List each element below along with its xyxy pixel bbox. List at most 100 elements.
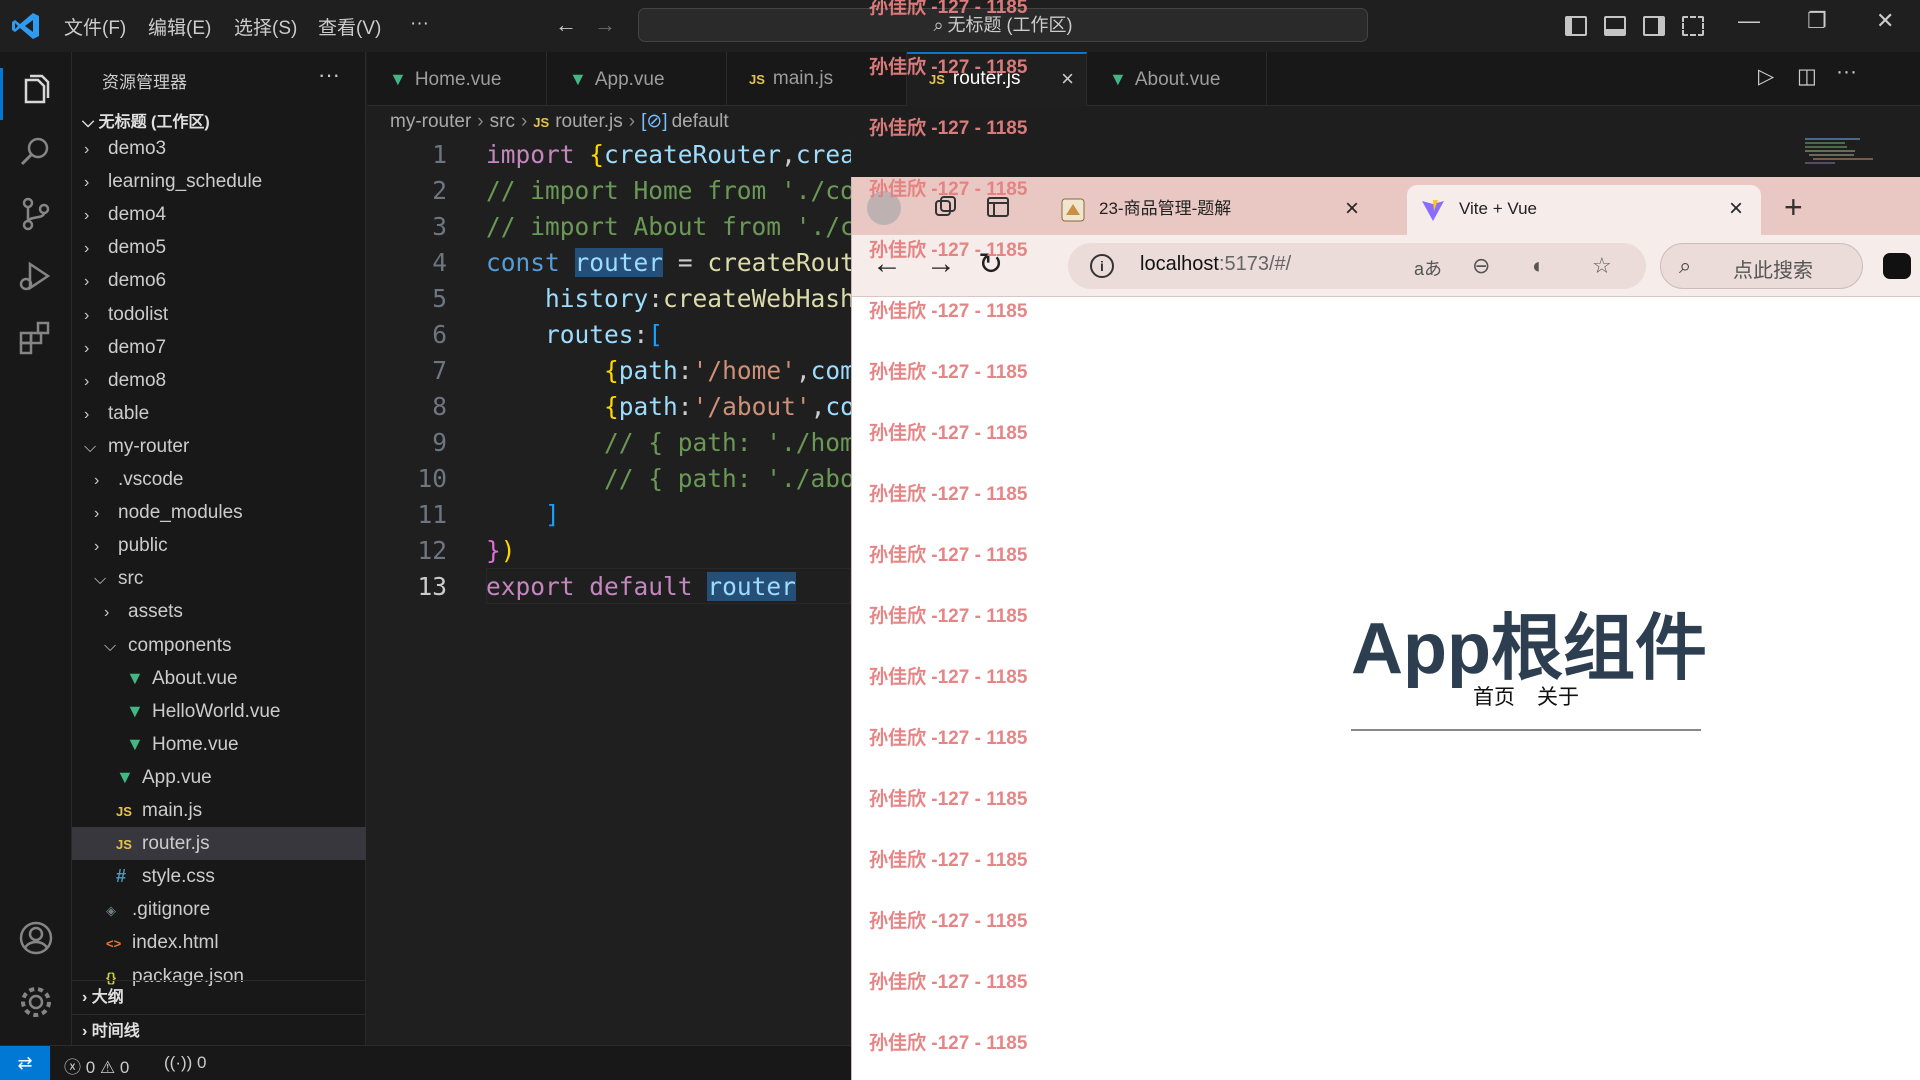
translate-icon[interactable]: aあ <box>1414 255 1442 281</box>
tree-folder[interactable]: › assets <box>72 595 366 628</box>
arrow-right-icon[interactable]: → <box>594 12 616 38</box>
tab-home-vue[interactable]: ▼ Home.vue <box>367 52 547 106</box>
tree-folder[interactable]: › .vscode <box>72 463 366 496</box>
sidebar-more-button[interactable]: ··· <box>318 62 340 88</box>
search-icon[interactable] <box>16 132 56 172</box>
vue-icon: ▼ <box>126 667 144 688</box>
edge-browser-icon[interactable]: ◐ <box>1532 253 1545 279</box>
tree-folder[interactable]: › demo5 <box>72 231 366 264</box>
problems-status[interactable]: ⓧ 0 ⚠ 0 <box>64 1053 129 1078</box>
tree-folder[interactable]: › demo4 <box>72 198 366 231</box>
extension-icon[interactable] <box>1883 253 1911 279</box>
error-count: 0 <box>85 1058 96 1077</box>
info-icon[interactable]: i <box>1090 254 1114 278</box>
url-text[interactable]: localhost:5173/#/ <box>1140 253 1291 276</box>
tree-file[interactable]: JS router.js <box>72 827 366 861</box>
breadcrumb-item[interactable]: default <box>672 111 729 132</box>
gear-icon[interactable] <box>16 982 56 1022</box>
tree-file[interactable]: ▼ HelloWorld.vue <box>72 695 366 728</box>
toggle-primary-sidebar-icon[interactable] <box>1565 16 1587 36</box>
tree-file[interactable]: JS main.js <box>72 794 366 827</box>
toggle-secondary-sidebar-icon[interactable] <box>1643 16 1665 36</box>
tree-folder[interactable]: › table <box>72 397 366 430</box>
browser-tab[interactable]: 23-商品管理-题解 × <box>1047 185 1377 235</box>
watermark-text: 孙佳欣 -127 - 1185 <box>869 911 1028 932</box>
watermark-text: 孙佳欣 -127 - 1185 <box>869 972 1028 993</box>
tree-folder[interactable]: ⌵ src <box>72 562 366 595</box>
error-icon: ⓧ <box>64 1058 81 1077</box>
tree-folder[interactable]: › demo8 <box>72 364 366 397</box>
tree-file[interactable]: ▼ About.vue <box>72 662 366 695</box>
watermark-text: 孙佳欣 -127 - 1185 <box>869 789 1028 810</box>
code-editor[interactable]: 1 2 3 4 5 6 7 8 9 10 11 12 13 import {createRouter,c… <box>367 140 851 1045</box>
accounts-icon[interactable] <box>16 918 56 958</box>
code-line: import {createRouter,createWebHashHistor… <box>486 140 851 169</box>
menu-view[interactable]: 查看(V) <box>318 13 381 40</box>
search-box[interactable]: ⌕ 点此搜索 <box>1660 243 1863 289</box>
breadcrumb-item[interactable]: src <box>490 111 515 132</box>
address-bar[interactable]: i localhost:5173/#/ aあ ⊖ ◐ ☆ <box>1068 243 1646 289</box>
menu-more[interactable]: ··· <box>410 13 429 35</box>
menu-file[interactable]: 文件(F) <box>64 13 126 40</box>
close-icon[interactable]: × <box>1729 185 1743 233</box>
chevron-right-icon: › <box>84 174 90 192</box>
tree-folder[interactable]: › demo6 <box>72 264 366 297</box>
tree-folder[interactable]: › node_modules <box>72 496 366 529</box>
tree-folder[interactable]: › public <box>72 529 366 562</box>
tab-about-vue[interactable]: ▼ About.vue <box>1087 52 1267 106</box>
tree-folder[interactable]: › demo3 <box>72 132 366 165</box>
restore-icon[interactable]: ❐ <box>1807 8 1827 34</box>
outline-section[interactable]: › 大纲 <box>72 980 366 1014</box>
active-indicator <box>0 68 3 120</box>
nav-link-home[interactable]: 首页 <box>1473 686 1515 709</box>
watermark-text: 孙佳欣 -127 - 1185 <box>869 545 1028 566</box>
tree-file[interactable]: ▼ Home.vue <box>72 728 366 761</box>
ports-status[interactable]: ((·)) 0 <box>164 1053 207 1073</box>
close-icon[interactable]: × <box>1345 185 1359 233</box>
tree-item-label: .vscode <box>118 469 184 490</box>
tree-folder[interactable]: ⌵ my-router <box>72 430 366 463</box>
browser-tab-active[interactable]: Vite + Vue × <box>1407 185 1761 235</box>
tab-app-vue[interactable]: ▼ App.vue <box>547 52 727 106</box>
extensions-icon[interactable] <box>16 318 56 358</box>
menu-edit[interactable]: 编辑(E) <box>148 13 211 40</box>
tree-file[interactable]: ▼ App.vue <box>72 761 366 794</box>
close-window-icon[interactable]: ✕ <box>1876 8 1894 34</box>
minimize-icon[interactable]: — <box>1738 8 1760 34</box>
tree-item-label: todolist <box>108 303 169 325</box>
chevron-right-icon: › <box>84 405 90 423</box>
workspace-header[interactable]: ⌵ 无标题 (工作区) <box>82 108 210 132</box>
vscode-logo-icon[interactable] <box>10 10 42 42</box>
more-actions-icon[interactable]: ··· <box>1836 60 1857 84</box>
tree-folder[interactable]: › demo7 <box>72 331 366 364</box>
nav-link-about[interactable]: 关于 <box>1537 686 1579 709</box>
zoom-out-icon[interactable]: ⊖ <box>1472 253 1490 279</box>
tree-folder[interactable]: ⌵ components <box>72 629 366 662</box>
close-icon[interactable]: × <box>1061 54 1074 104</box>
run-debug-icon[interactable] <box>16 256 56 296</box>
menu-selection[interactable]: 选择(S) <box>234 13 297 40</box>
explorer-icon[interactable] <box>16 70 56 110</box>
breadcrumb-item[interactable]: router.js <box>555 111 623 132</box>
toggle-panel-icon[interactable] <box>1604 16 1626 36</box>
split-editor-icon[interactable]: ◫ <box>1797 64 1817 89</box>
tree-file[interactable]: # style.css <box>72 860 366 893</box>
tree-file[interactable]: ◈ .gitignore <box>72 893 366 926</box>
tree-file[interactable]: <> index.html <box>72 926 366 959</box>
customize-layout-icon[interactable] <box>1682 16 1704 36</box>
breadcrumb-item[interactable]: my-router <box>390 111 471 132</box>
star-favorite-icon[interactable]: ☆ <box>1592 253 1612 279</box>
remote-icon[interactable]: ⇄ <box>0 1046 50 1080</box>
arrow-left-icon[interactable]: ← <box>555 12 577 38</box>
run-icon[interactable]: ▷ <box>1758 64 1774 89</box>
timeline-section[interactable]: › 时间线 <box>72 1014 366 1048</box>
line-number: 9 <box>432 428 447 457</box>
code-line: ] <box>545 500 560 529</box>
minimap[interactable] <box>1805 136 1885 166</box>
tree-folder[interactable]: › todolist <box>72 298 366 331</box>
vue-icon: ▼ <box>1109 69 1127 89</box>
tree-folder[interactable]: › learning_schedule <box>72 165 366 198</box>
source-control-icon[interactable] <box>16 194 56 234</box>
new-tab-button[interactable]: + <box>1784 189 1803 226</box>
line-number: 5 <box>432 284 447 313</box>
